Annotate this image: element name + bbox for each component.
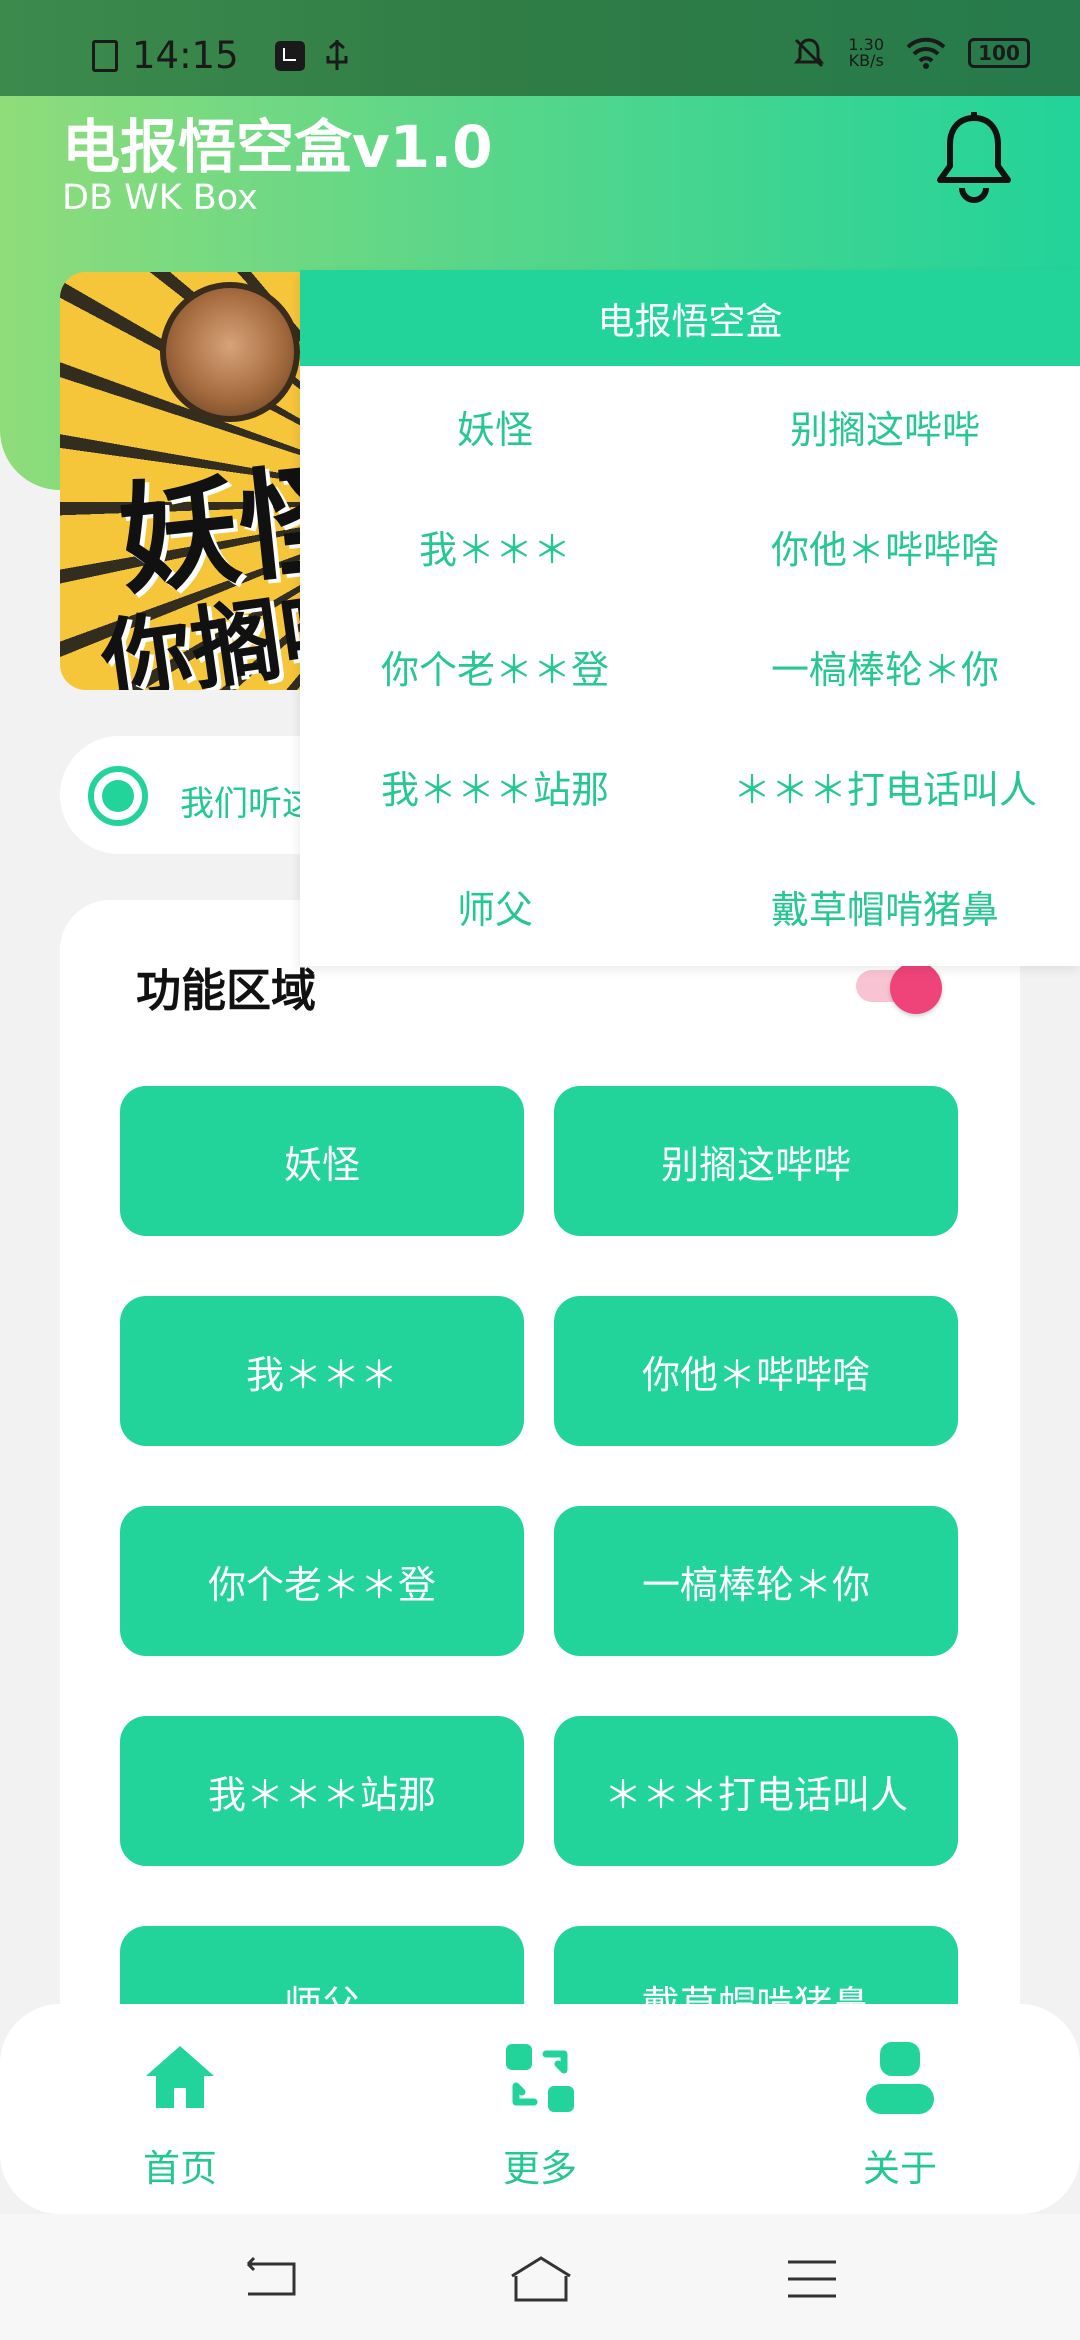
popup-menu-item[interactable]: 一槁棒轮＊你 <box>690 606 1080 726</box>
function-button[interactable]: 你个老＊＊登 <box>120 1506 524 1656</box>
app-title: 电报悟空盒v1.0 <box>62 113 493 181</box>
home-icon <box>146 2046 214 2108</box>
nav-label-home: 首页 <box>143 2147 217 2190</box>
function-button[interactable]: 我＊＊＊站那 <box>120 1716 524 1866</box>
app-subtitle: DB WK Box <box>62 178 258 218</box>
usb-icon <box>275 41 305 71</box>
function-button[interactable]: ＊＊＊打电话叫人 <box>554 1716 958 1866</box>
menu-icon[interactable] <box>784 2254 840 2304</box>
popup-menu-item[interactable]: 我＊＊＊站那 <box>300 726 690 846</box>
bottom-nav: 首页 更多 关于 <box>0 2004 1080 2214</box>
function-button[interactable]: 别搁这哔哔 <box>554 1086 958 1236</box>
popup-menu-item[interactable]: 你个老＊＊登 <box>300 606 690 726</box>
function-button[interactable]: 我＊＊＊ <box>120 1296 524 1446</box>
popup-menu-item[interactable]: 别搁这哔哔 <box>690 366 1080 486</box>
function-button-grid: 妖怪 别搁这哔哔 我＊＊＊ 你他＊哔哔啥 你个老＊＊登 一槁棒轮＊你 我＊＊＊站… <box>120 1086 966 2076</box>
speed-unit: KB/s <box>848 51 884 70</box>
bell-icon[interactable] <box>936 110 1012 206</box>
popup-item-grid: 妖怪 别搁这哔哔 我＊＊＊ 你他＊哔哔啥 你个老＊＊登 一槁棒轮＊你 我＊＊＊站… <box>300 366 1080 966</box>
network-speed: 1.30 KB/s <box>848 37 884 69</box>
status-bar: 14:15 1.30 KB/s 100 <box>0 0 1080 96</box>
status-time: 14:15 <box>132 34 239 77</box>
mute-icon <box>794 38 825 68</box>
toggle-thumb <box>890 962 942 1014</box>
nav-item-home[interactable]: 首页 <box>80 2038 280 2192</box>
popup-menu: 电报悟空盒 妖怪 别搁这哔哔 我＊＊＊ 你他＊哔哔啥 你个老＊＊登 一槁棒轮＊你… <box>300 270 1080 966</box>
popup-menu-item[interactable]: 戴草帽啃猪鼻 <box>690 846 1080 966</box>
back-icon[interactable] <box>240 2254 300 2304</box>
radio-icon <box>88 766 148 826</box>
popup-menu-item[interactable]: 你他＊哔哔啥 <box>690 486 1080 606</box>
nav-label-about: 关于 <box>863 2147 937 2190</box>
function-panel: 功能区域 妖怪 别搁这哔哔 我＊＊＊ 你他＊哔哔啥 你个老＊＊登 一槁棒轮＊你 … <box>60 900 1020 2100</box>
monkey-face-image <box>160 282 300 422</box>
function-button[interactable]: 一槁棒轮＊你 <box>554 1506 958 1656</box>
status-right-group: 1.30 KB/s 100 <box>792 36 1030 70</box>
nav-item-about[interactable]: 关于 <box>800 2038 1000 2192</box>
popup-menu-item[interactable]: ＊＊＊打电话叫人 <box>690 726 1080 846</box>
popup-header: 电报悟空盒 <box>300 270 1080 366</box>
usb-debug-icon <box>326 40 348 70</box>
user-icon <box>866 2042 934 2114</box>
panel-title: 功能区域 <box>136 964 317 1017</box>
function-button[interactable]: 你他＊哔哔啥 <box>554 1296 958 1446</box>
popup-menu-item[interactable]: 我＊＊＊ <box>300 486 690 606</box>
popup-menu-item[interactable]: 妖怪 <box>300 366 690 486</box>
sim-icon <box>92 40 118 72</box>
nav-item-more[interactable]: 更多 <box>440 2038 640 2192</box>
wifi-icon <box>906 37 946 69</box>
popup-menu-item[interactable]: 师父 <box>300 846 690 966</box>
home-button-icon[interactable] <box>506 2254 576 2304</box>
panel-toggle[interactable] <box>856 962 942 1014</box>
system-nav-bar <box>0 2214 1080 2340</box>
function-button[interactable]: 妖怪 <box>120 1086 524 1236</box>
battery-icon: 100 <box>968 38 1030 68</box>
nav-label-more: 更多 <box>503 2147 577 2190</box>
refresh-icon <box>506 2044 574 2112</box>
